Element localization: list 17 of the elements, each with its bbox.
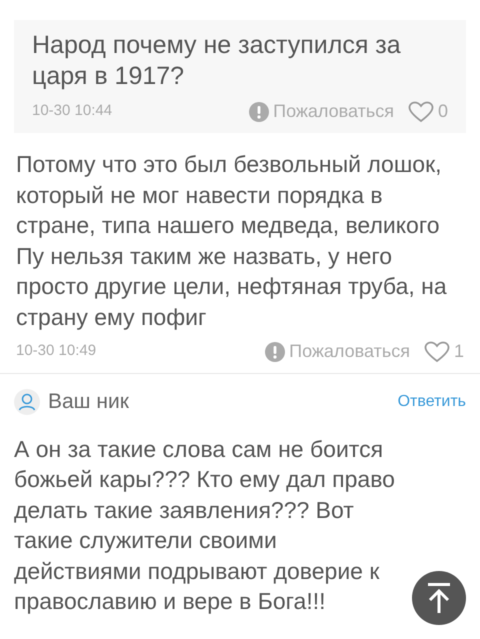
reply-button[interactable]: Ответить [398, 390, 466, 414]
like-count: 0 [438, 100, 448, 123]
like-count: 1 [454, 340, 464, 363]
comment-text: А он за такие слова сам не боится божьей кары??? Кто ему дал право делать такие заявления??? Вот такие служители своими действиями подрывают доверие к православию и вере в Бога!!! [14, 434, 396, 616]
heart-icon[interactable] [408, 100, 434, 122]
author-name: Ваш ник [48, 389, 129, 415]
scroll-to-top-button[interactable] [412, 571, 466, 625]
report-link[interactable]: Пожаловаться [273, 98, 394, 125]
timestamp: 10-30 10:49 [16, 341, 96, 362]
heart-icon[interactable] [424, 340, 450, 362]
comment-text: Потому что это был безвольный лошок, который не мог навести порядка в стране, типа нашего медведа, великого Пу нельзя таким же назвать, у него просто другие цели, нефтяная труба, на страну ему пофиг [16, 150, 448, 332]
warning-icon [265, 342, 286, 362]
quote-text: Народ почему не заступился за царя в 1917? [32, 30, 402, 92]
user-avatar-icon [14, 388, 40, 415]
report-link[interactable]: Пожаловаться [289, 338, 410, 365]
timestamp: 10-30 10:44 [32, 101, 112, 122]
warning-icon [249, 102, 270, 122]
